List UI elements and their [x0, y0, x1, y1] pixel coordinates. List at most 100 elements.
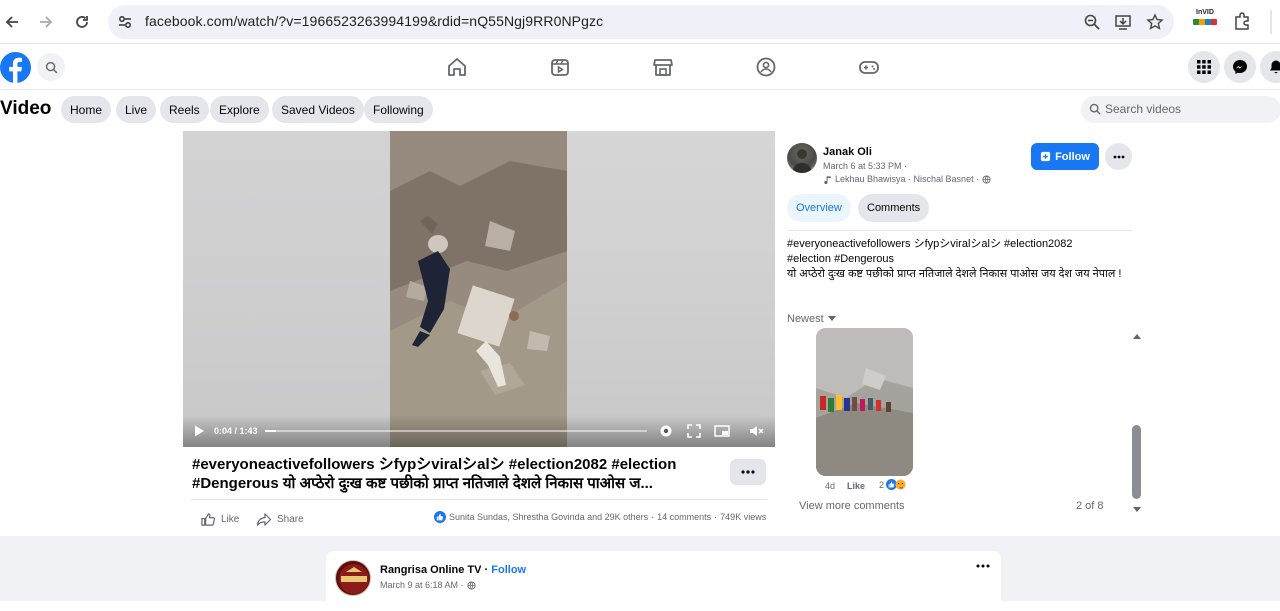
search-videos-input[interactable]: Search videos: [1081, 96, 1280, 123]
follow-add-icon: [1040, 151, 1051, 162]
tab-home[interactable]: Home: [61, 96, 112, 123]
tab-overview[interactable]: Overview: [787, 194, 851, 222]
post-date: March 6 at 5:33 PM ·: [823, 161, 908, 171]
mute-volume-icon[interactable]: [748, 423, 764, 439]
tab-saved-videos[interactable]: Saved Videos: [272, 96, 364, 123]
search-icon: [1089, 103, 1101, 115]
reload-icon[interactable]: [70, 10, 94, 34]
watch-header: Video Home Live Reels Explore Saved Vide…: [0, 90, 1280, 130]
settings-gear-icon[interactable]: [658, 423, 674, 439]
more-dots-icon: [741, 470, 755, 474]
facebook-logo-icon[interactable]: [0, 52, 31, 83]
browser-toolbar: facebook.com/watch/?v=1966523263994199&r…: [0, 0, 1280, 44]
divider: [191, 499, 767, 500]
zoom-icon[interactable]: [1083, 13, 1101, 31]
author-avatar[interactable]: [787, 143, 817, 173]
author-options-button[interactable]: [1105, 143, 1132, 170]
follow-button[interactable]: Follow: [1031, 143, 1099, 170]
install-app-icon[interactable]: [1114, 13, 1132, 31]
page-name-line: Rangrisa Online TV · Follow: [380, 564, 527, 576]
chevron-down-icon: [827, 316, 836, 321]
post-time: March 9 at 6:18 AM ·: [380, 580, 476, 590]
progress-fill: [265, 430, 277, 432]
gaming-icon[interactable]: [858, 56, 880, 78]
comment-sort-dropdown[interactable]: Newest: [787, 313, 836, 325]
bookmark-star-icon[interactable]: [1146, 13, 1164, 31]
comment-reactions[interactable]: 2: [879, 479, 906, 490]
page-title: Video: [0, 98, 52, 119]
comment-image: [816, 328, 913, 476]
tab-live[interactable]: Live: [116, 96, 157, 123]
music-credit[interactable]: Lekhau Bhawisya · Nischal Basnet ·: [823, 174, 991, 184]
apps-menu-button[interactable]: [1188, 51, 1220, 83]
video-title[interactable]: #everyoneactivefollowers シfypシviralシalシ …: [192, 455, 712, 493]
description-hashtags-2[interactable]: #election #Dengerous: [787, 252, 1132, 267]
video-options-button[interactable]: [730, 459, 766, 485]
invid-extension-icon[interactable]: InVID: [1193, 9, 1217, 33]
scroll-up-arrow-icon[interactable]: [1132, 332, 1142, 340]
back-arrow-icon[interactable]: [0, 10, 24, 34]
post-options-icon[interactable]: [976, 564, 990, 568]
page-follow-link[interactable]: Follow: [491, 564, 526, 576]
tab-following[interactable]: Following: [364, 96, 433, 123]
video-icon[interactable]: [549, 56, 571, 78]
like-reaction-icon: [434, 511, 446, 523]
like-label: Like: [221, 513, 240, 525]
page-avatar[interactable]: [335, 560, 371, 596]
author-name[interactable]: Janak Oli: [823, 146, 872, 158]
site-settings-icon[interactable]: [116, 13, 134, 31]
tab-reels[interactable]: Reels: [160, 96, 209, 123]
page-name[interactable]: Rangrisa Online TV: [380, 564, 481, 576]
description-hashtags[interactable]: #everyoneactivefollowers シfypシviralシalシ …: [787, 237, 1132, 252]
video-player[interactable]: 0:04 / 1:43: [183, 131, 775, 447]
groups-icon[interactable]: [755, 56, 777, 78]
globe-icon: [466, 580, 476, 590]
video-frame[interactable]: [390, 131, 567, 447]
marketplace-icon[interactable]: [652, 56, 674, 78]
blurred-letterbox-right: [567, 131, 775, 447]
extensions-puzzle-icon[interactable]: [1233, 11, 1253, 31]
views-count: 749K views: [720, 512, 767, 522]
notifications-icon: [1270, 60, 1280, 74]
home-icon[interactable]: [446, 56, 468, 78]
messenger-button[interactable]: [1224, 51, 1256, 83]
comment-like-button[interactable]: Like: [847, 481, 865, 491]
apps-grid-icon: [1197, 60, 1211, 74]
globe-icon: [982, 174, 991, 184]
description-text: यो अप्ठेरो दुःख कष्ट पछीको प्राप्त नतिजा…: [787, 268, 1122, 280]
video-still-image: [390, 131, 567, 447]
scroll-down-arrow-icon[interactable]: [1132, 506, 1142, 514]
search-placeholder: Search videos: [1105, 102, 1182, 116]
address-bar[interactable]: facebook.com/watch/?v=1966523263994199&r…: [108, 5, 1174, 39]
tab-explore[interactable]: Explore: [210, 96, 269, 123]
comment-video-thumbnail[interactable]: [816, 328, 913, 476]
notifications-button[interactable]: [1260, 51, 1280, 83]
fullscreen-expand-icon[interactable]: [686, 423, 702, 439]
facebook-search-button[interactable]: [37, 53, 65, 81]
share-arrow-icon: [256, 512, 272, 526]
care-reaction-icon: [895, 479, 906, 490]
forward-arrow-icon[interactable]: [34, 10, 58, 34]
comments-count[interactable]: 14 comments: [657, 512, 711, 522]
blurred-letterbox-left: [183, 131, 390, 447]
url-text[interactable]: facebook.com/watch/?v=1966523263994199&r…: [145, 13, 603, 29]
play-icon[interactable]: [191, 423, 207, 439]
scrollbar-thumb[interactable]: [1132, 425, 1141, 499]
playback-time: 0:04 / 1:43: [214, 426, 258, 436]
messenger-icon: [1233, 60, 1247, 74]
comment-count-indicator: 2 of 8: [1076, 500, 1104, 512]
divider: [787, 230, 1132, 231]
player-controls: 0:04 / 1:43: [183, 415, 775, 447]
tab-comments[interactable]: Comments: [858, 194, 930, 222]
video-description: #everyoneactivefollowers シfypシviralシalシ …: [787, 237, 1132, 282]
reactors-text[interactable]: Sunita Sundas, Shrestha Govinda and 29K …: [449, 512, 648, 522]
like-button[interactable]: Like: [201, 510, 239, 528]
progress-bar[interactable]: [265, 430, 647, 432]
toolbar-divider: [1270, 10, 1272, 34]
search-icon: [45, 61, 57, 73]
comment-age: 4d: [825, 481, 836, 491]
view-more-comments-link[interactable]: View more comments: [799, 500, 905, 512]
mini-player-icon[interactable]: [714, 423, 730, 439]
share-button[interactable]: Share: [256, 510, 304, 528]
facebook-header: [0, 45, 1280, 89]
